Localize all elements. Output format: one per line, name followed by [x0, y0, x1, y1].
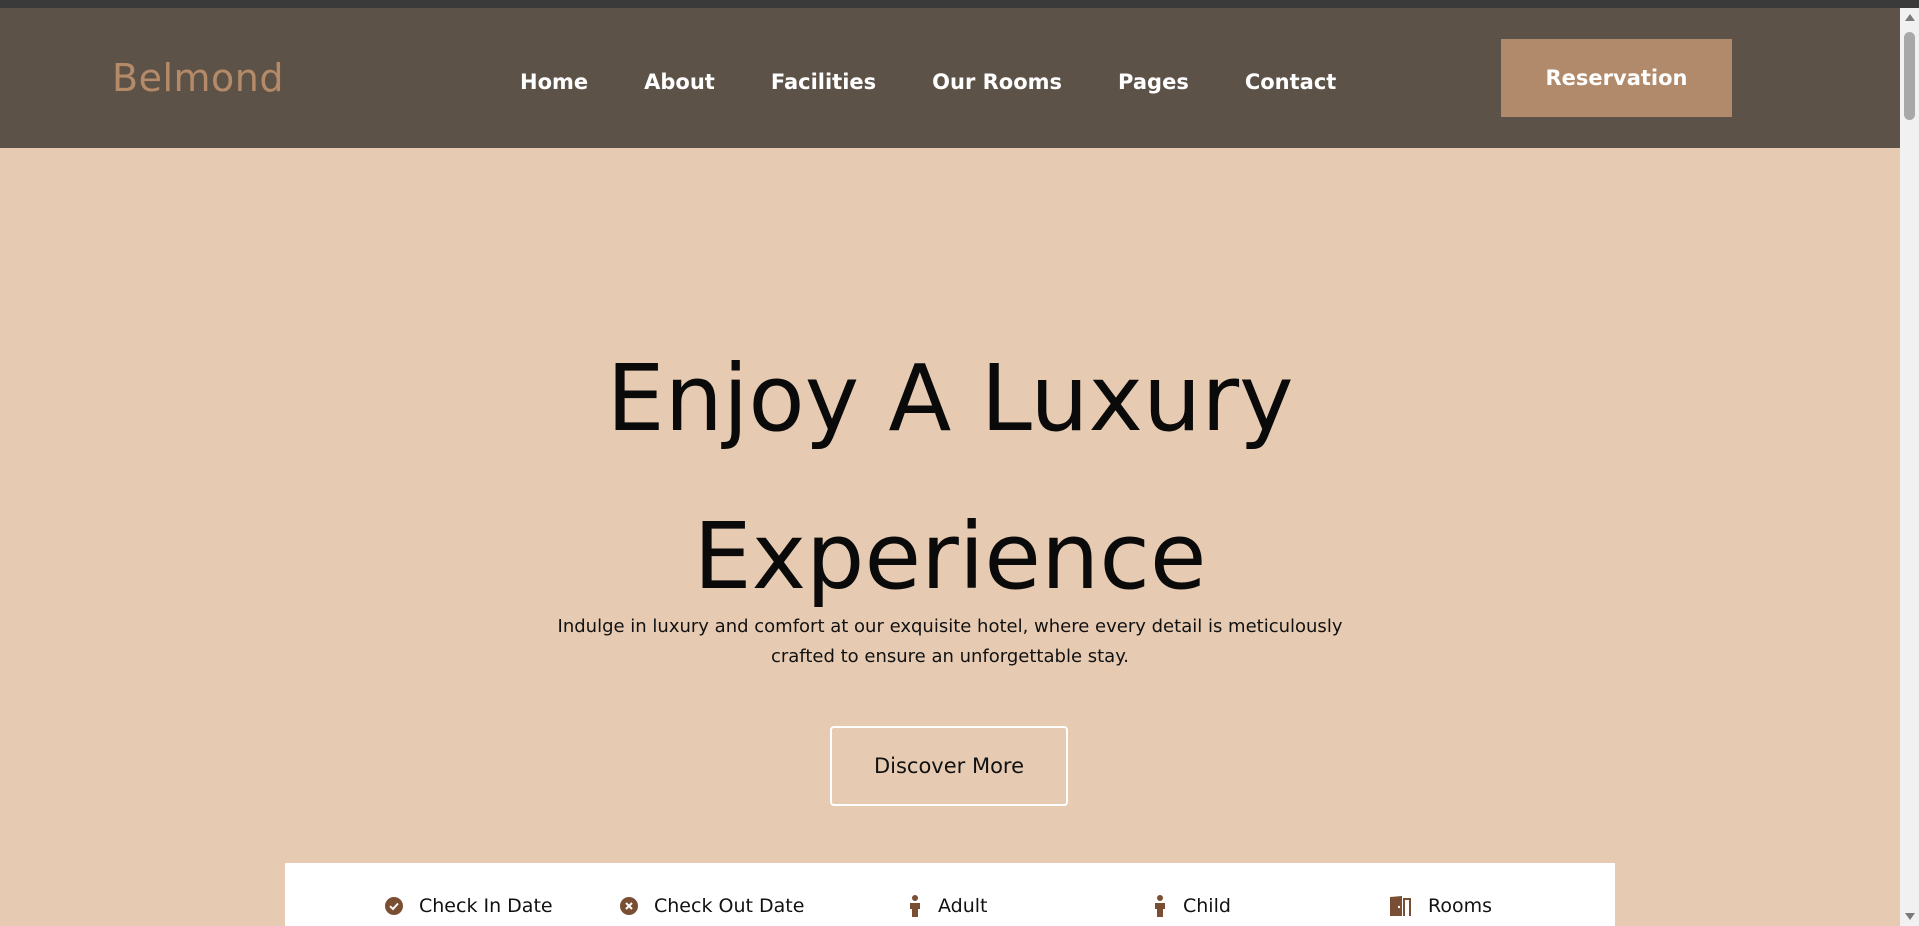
- hero-title-line-2: Experience: [693, 503, 1207, 610]
- person-icon: [908, 895, 922, 917]
- scroll-up-arrow-icon[interactable]: [1905, 14, 1915, 21]
- browser-top-strip: [0, 0, 1919, 8]
- hero-title-line-1: Enjoy A Luxury: [606, 345, 1294, 452]
- x-circle-icon: [620, 897, 638, 915]
- child-field[interactable]: Child: [1153, 895, 1231, 917]
- hero-subtitle: Indulge in luxury and comfort at our exq…: [557, 616, 1343, 667]
- navbar: Belmond Home About Facilities Our Rooms …: [0, 8, 1900, 148]
- child-label: Child: [1183, 895, 1231, 917]
- hero-title: Enjoy A Luxury Experience: [0, 320, 1900, 636]
- scroll-thumb[interactable]: [1904, 32, 1915, 120]
- nav-link-about[interactable]: About: [644, 70, 715, 94]
- brand-logo[interactable]: Belmond: [112, 56, 284, 100]
- nav-link-facilities[interactable]: Facilities: [771, 70, 876, 94]
- person-icon: [1153, 895, 1167, 917]
- reservation-button[interactable]: Reservation: [1501, 39, 1732, 117]
- nav-link-our-rooms[interactable]: Our Rooms: [932, 70, 1062, 94]
- adult-label: Adult: [938, 895, 988, 917]
- check-in-date-field[interactable]: Check In Date: [385, 895, 553, 917]
- discover-more-button[interactable]: Discover More: [830, 726, 1068, 806]
- nav-link-contact[interactable]: Contact: [1245, 70, 1337, 94]
- page-scrollbar[interactable]: [1900, 8, 1919, 926]
- rooms-label: Rooms: [1428, 895, 1493, 917]
- rooms-field[interactable]: Rooms: [1388, 895, 1492, 917]
- check-out-date-label: Check Out Date: [654, 895, 805, 917]
- nav-link-pages[interactable]: Pages: [1118, 70, 1189, 94]
- booking-bar: Check In Date Check Out Date Adult Child: [285, 863, 1615, 926]
- check-in-date-label: Check In Date: [419, 895, 553, 917]
- adult-field[interactable]: Adult: [908, 895, 988, 917]
- door-icon: [1388, 896, 1412, 916]
- main-nav: Home About Facilities Our Rooms Pages Co…: [520, 70, 1392, 94]
- check-out-date-field[interactable]: Check Out Date: [620, 895, 804, 917]
- scroll-down-arrow-icon[interactable]: [1905, 913, 1915, 920]
- nav-link-home[interactable]: Home: [520, 70, 588, 94]
- check-circle-icon: [385, 897, 403, 915]
